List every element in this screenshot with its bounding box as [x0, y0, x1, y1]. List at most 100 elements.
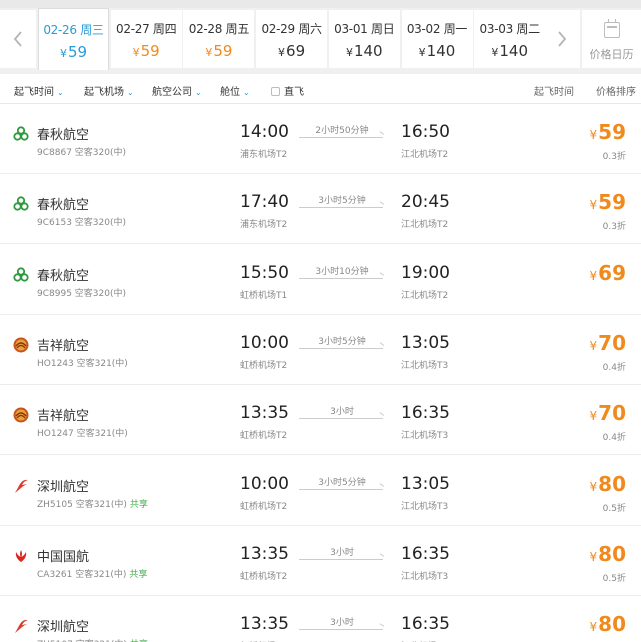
date-tab-date: 03-03 周二: [479, 22, 541, 36]
date-bar: 02-26 周三 ¥59 02-27 周四 ¥59 02-28 周五 ¥59 02-29 周…: [0, 0, 641, 74]
flight-number: 9C8867 空客320(中): [37, 145, 126, 158]
currency-symbol: ¥: [589, 479, 598, 494]
arrival-time: 13:05: [401, 332, 450, 353]
chevron-left-icon: [13, 31, 22, 47]
date-tab[interactable]: 02-28 周五 ¥59: [183, 10, 255, 68]
filter-direct-label: 直飞: [284, 87, 304, 98]
next-dates-button[interactable]: [544, 10, 580, 68]
flight-row[interactable]: 吉祥航空 HO1247 空客321(中) 13:35 虹桥机场T2 3小时 16:35 江北…: [0, 385, 641, 456]
filter-dep-time[interactable]: 起飞时间 ⌄: [14, 83, 64, 98]
date-tab[interactable]: 02-27 周四 ¥59: [110, 10, 182, 68]
filter-dep-airport[interactable]: 起飞机场 ⌄: [84, 83, 134, 98]
discount-label: 0.3折: [602, 152, 626, 162]
price-calendar-button[interactable]: 价格日历: [582, 10, 641, 68]
filter-airline[interactable]: 航空公司 ⌄: [152, 83, 202, 98]
flight-price: ¥70: [590, 401, 626, 425]
filter-direct[interactable]: 直飞: [271, 83, 304, 98]
airline-name: 吉祥航空: [37, 409, 90, 425]
date-tab[interactable]: 03-03 周二 ¥140: [474, 10, 546, 68]
flight-row[interactable]: 中国国航 CA3261 空客321(中) 共享 13:35 虹桥机场T2 3小时 16:35…: [0, 525, 641, 596]
date-tab[interactable]: 03-02 周一 ¥140: [401, 10, 473, 68]
airline-name: 深圳航空: [37, 479, 90, 495]
departure-time: 15:50: [240, 262, 289, 283]
filter-dep-time-label: 起飞时间: [14, 87, 54, 98]
flight-row[interactable]: 春秋航空 9C8995 空客320(中) 15:50 虹桥机场T1 3小时10分钟 19:…: [0, 244, 641, 315]
sort-dep-time[interactable]: 起飞时间: [534, 83, 574, 98]
departure-airport: 虹桥机场T2: [240, 431, 288, 442]
prev-dates-button[interactable]: [0, 10, 36, 68]
flight-number-text: ZH5105 空客321(中): [37, 499, 127, 510]
chevron-right-icon: [558, 31, 567, 47]
currency-symbol: ¥: [59, 47, 67, 60]
flight-price-value: 59: [598, 190, 626, 215]
discount-label: 0.4折: [602, 362, 626, 373]
flight-price-value: 80: [598, 541, 626, 566]
arrival-airport: 江北机场T2: [401, 220, 449, 231]
flight-number: HO1243 空客321(中): [37, 356, 128, 369]
flight-number: 9C8995 空客320(中): [37, 286, 126, 299]
departure-airport: 虹桥机场T1: [240, 290, 288, 301]
discount-label: 0.3折: [602, 222, 626, 233]
chevron-down-icon: ⌄: [243, 88, 250, 97]
filter-bar: 起飞时间 ⌄ 起飞机场 ⌄ 航空公司 ⌄ 舱位 ⌄ 直飞 起飞时间 价格排序: [0, 74, 641, 104]
flight-duration: 3小时5分钟: [318, 336, 366, 347]
juneyao-logo-icon: [13, 337, 29, 353]
airline-name: 春秋航空: [37, 198, 90, 214]
flight-row[interactable]: 吉祥航空 HO1243 空客321(中) 10:00 虹桥机场T2 3小时5分钟 13:0…: [0, 314, 641, 385]
flight-duration: 2小时50分钟: [315, 126, 369, 136]
flight-price: ¥59: [590, 190, 626, 214]
date-tab-date: 03-01 周日: [334, 22, 395, 36]
currency-symbol: ¥: [589, 338, 598, 353]
flight-number-text: HO1243 空客321(中): [37, 358, 128, 369]
flight-row[interactable]: 深圳航空 ZH5105 空客321(中) 共享 10:00 虹桥机场T2 3小时5分钟 13…: [0, 455, 641, 526]
date-tab-date: 02-29 周六: [261, 22, 322, 36]
currency-symbol: ¥: [418, 46, 426, 59]
flight-price-value: 70: [598, 330, 626, 355]
flight-row[interactable]: 深圳航空ZH5107 空客321(中)共享13:35虹桥机场T23小时16:35…: [0, 596, 641, 642]
flight-row[interactable]: 春秋航空 9C8867 空客320(中) 14:00 浦东机场T2 2小时50分钟 16:…: [0, 104, 641, 174]
currency-symbol: ¥: [132, 46, 140, 59]
arrival-time: 13:05: [401, 473, 450, 494]
flight-number-text: CA3261 空客321(中): [37, 569, 127, 580]
flight-price-value: 80: [598, 471, 626, 496]
date-tab-price-value: 59: [140, 42, 160, 60]
flight-row[interactable]: 春秋航空 9C6153 空客320(中) 17:40 浦东机场T2 3小时5分钟 20:4…: [0, 174, 641, 245]
flight-price-value: 80: [598, 612, 626, 637]
direct-checkbox[interactable]: [271, 87, 280, 96]
departure-time: 17:40: [240, 192, 289, 213]
discount-label: 0.5折: [602, 503, 626, 514]
duration-arrow: [299, 347, 383, 349]
duration-arrow: [299, 207, 383, 209]
airline-name: 中国国航: [37, 549, 90, 565]
discount-label: 0.4折: [602, 433, 626, 444]
shenzhen-airlines-logo-icon: [15, 479, 28, 493]
arrival-time: 16:35: [401, 614, 450, 635]
sort-price[interactable]: 价格排序: [596, 83, 636, 98]
currency-symbol: ¥: [278, 46, 286, 59]
codeshare-badge: 共享: [129, 499, 148, 510]
date-tab[interactable]: 03-01 周日 ¥140: [328, 10, 400, 68]
departure-time: 14:00: [240, 122, 289, 142]
date-tab[interactable]: 02-26 周三 ¥59: [38, 8, 109, 70]
arrival-airport: 江北机场T3: [401, 360, 449, 371]
date-tab-date: 03-02 周一: [406, 22, 468, 36]
airline-name: 春秋航空: [37, 128, 90, 143]
date-tab-price: ¥140: [329, 42, 400, 60]
flight-duration: 3小时10分钟: [315, 266, 369, 277]
flight-number: HO1247 空客321(中): [37, 426, 128, 439]
arrival-airport: 江北机场T2: [401, 150, 449, 160]
airline-name: 春秋航空: [37, 268, 90, 284]
chevron-down-icon: ⌄: [195, 88, 202, 97]
date-tab[interactable]: 02-29 周六 ¥69: [256, 10, 328, 68]
arrival-airport: 江北机场T2: [401, 290, 449, 301]
filter-cabin[interactable]: 舱位 ⌄: [220, 83, 250, 98]
departure-time: 10:00: [240, 332, 289, 353]
currency-symbol: ¥: [205, 46, 213, 59]
flight-price-value: 69: [598, 260, 626, 285]
departure-airport: 虹桥机场T2: [240, 360, 288, 371]
arrival-airport: 江北机场T3: [401, 431, 449, 442]
duration-arrow: [299, 558, 383, 560]
departure-time: 13:35: [240, 403, 289, 424]
flight-duration: 3小时: [330, 407, 354, 418]
flight-number-text: 9C8867 空客320(中): [37, 148, 126, 158]
